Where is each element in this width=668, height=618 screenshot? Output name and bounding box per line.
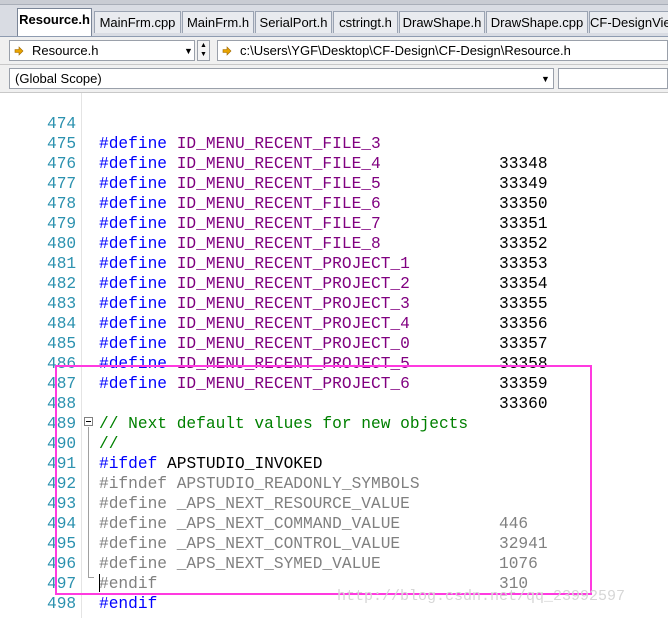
sync-spinner[interactable]: ▲ ▼ (197, 40, 210, 61)
code-line: 484 #define ID_MENU_RECENT_PROJECT_0 333… (0, 294, 668, 373)
toolbar-edge (0, 0, 668, 5)
code-line: 477 #define ID_MENU_RECENT_FILE_6 33351 (0, 154, 668, 233)
code-editor[interactable]: 474 #define ID_MENU_RECENT_FILE_3 33348 … (0, 93, 668, 618)
code-line: 491 #ifndef APSTUDIO_READONLY_SYMBOLS (0, 434, 668, 493)
code-line: 496 #endif (0, 534, 668, 593)
file-path-text: c:\Users\YGF\Desktop\CF-Design\CF-Design… (240, 43, 571, 58)
spin-down-icon: ▼ (200, 51, 207, 58)
scope-bar: (Global Scope) ▼ (0, 65, 668, 93)
code-line: 480 #define ID_MENU_RECENT_PROJECT_1 333… (0, 214, 668, 293)
path-arrow-icon (222, 46, 232, 56)
code-line: 488 // Next default values for new objec… (0, 374, 668, 433)
path-field[interactable]: c:\Users\YGF\Desktop\CF-Design\CF-Design… (217, 40, 668, 61)
code-line: 481 #define ID_MENU_RECENT_PROJECT_2 333… (0, 234, 668, 313)
code-line: 489 // (0, 394, 668, 453)
file-combo-text: Resource.h (32, 43, 99, 58)
code-line: 487 (0, 354, 668, 393)
code-line: 492 #define _APS_NEXT_RESOURCE_VALUE 446 (0, 454, 668, 533)
navigation-bar: Resource.h ▼ ▲ ▼ c:\Users\YGF\Desktop\CF… (0, 37, 668, 65)
line-number: 498 (47, 595, 77, 613)
collapse-toggle-icon[interactable] (84, 417, 93, 426)
goto-arrow-icon (14, 46, 24, 56)
tab-mainfrm-h[interactable]: MainFrm.h (182, 11, 254, 33)
tab-serialport-h[interactable]: SerialPort.h (255, 11, 332, 33)
file-combo[interactable]: Resource.h ▼ (9, 40, 195, 61)
spin-up-icon: ▲ (200, 42, 207, 49)
fold-guide-end (88, 577, 94, 578)
code-line: 479 #define ID_MENU_RECENT_FILE_8 33353 (0, 194, 668, 273)
code-line: 475 #define ID_MENU_RECENT_FILE_4 33349 (0, 114, 668, 193)
code-line: 497 #endif (0, 554, 668, 613)
code-line: 482 #define ID_MENU_RECENT_PROJECT_3 333… (0, 254, 668, 333)
scope-combo[interactable]: (Global Scope) ▼ (9, 68, 554, 89)
tab-cf-designview[interactable]: CF-DesignView (589, 11, 668, 33)
code-text: #endif (99, 595, 158, 613)
tab-cstringt-h[interactable]: cstringt.h (333, 11, 398, 33)
code-line: 483 #define ID_MENU_RECENT_PROJECT_4 333… (0, 274, 668, 353)
code-line: 495 #define _APS_NEXT_SYMED_VALUE 310 (0, 514, 668, 593)
code-line: 474 #define ID_MENU_RECENT_FILE_3 33348 (0, 94, 668, 173)
tab-drawshape-h[interactable]: DrawShape.h (399, 11, 485, 33)
watermark: http://blog.csdn.net/qq_23992597 (337, 588, 626, 605)
chevron-down-icon: ▼ (184, 46, 193, 56)
tab-drawshape-cpp[interactable]: DrawShape.cpp (486, 11, 588, 33)
tab-mainfrm-cpp[interactable]: MainFrm.cpp (94, 11, 181, 33)
code-line: 476 #define ID_MENU_RECENT_FILE_5 33350 (0, 134, 668, 213)
code-line: 490 #ifdef APSTUDIO_INVOKED (0, 414, 668, 473)
tab-resource-h[interactable]: Resource.h (17, 8, 92, 36)
text-caret (99, 574, 100, 592)
code-line: 494 #define _APS_NEXT_CONTROL_VALUE 1076 (0, 494, 668, 573)
chevron-down-icon: ▼ (541, 74, 550, 84)
code-line: 478 #define ID_MENU_RECENT_FILE_7 33352 (0, 174, 668, 253)
fold-guide-line (88, 427, 89, 577)
code-line: 493 #define _APS_NEXT_COMMAND_VALUE 3294… (0, 474, 668, 553)
scope-text: (Global Scope) (15, 71, 102, 86)
document-tab-strip: Resource.h MainFrm.cpp MainFrm.h SerialP… (0, 0, 668, 37)
code-line: 485 #define ID_MENU_RECENT_PROJECT_5 333… (0, 314, 668, 393)
member-combo[interactable] (558, 68, 668, 89)
code-line: 486 #define ID_MENU_RECENT_PROJECT_6 333… (0, 334, 668, 413)
